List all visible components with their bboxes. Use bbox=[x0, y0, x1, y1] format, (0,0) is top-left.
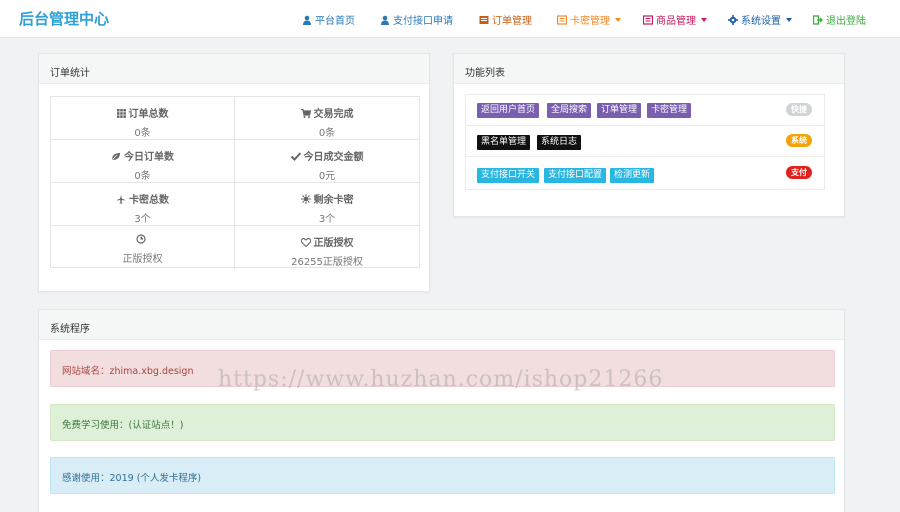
check-icon bbox=[290, 152, 301, 161]
stat-label: 今日订单数 bbox=[124, 152, 174, 163]
nav-payment-apply[interactable]: 支付接口申请 bbox=[380, 12, 453, 27]
stat-label: 交易完成 bbox=[313, 109, 354, 120]
plane-icon bbox=[116, 195, 126, 204]
stat-label: 今日成交金额 bbox=[303, 152, 364, 163]
check-update-button[interactable]: 检测更新 bbox=[610, 168, 655, 183]
list-icon bbox=[557, 14, 567, 25]
alert-thanks: 感谢使用：2019 (个人发卡程序) bbox=[50, 457, 835, 494]
list-icon bbox=[643, 14, 653, 25]
function-list-title: 功能列表 bbox=[454, 54, 844, 84]
user-icon bbox=[303, 15, 311, 25]
stat-completed: 交易完成 0条 bbox=[235, 97, 419, 140]
heart-icon bbox=[300, 238, 311, 247]
stat-label: 正版授权 bbox=[313, 238, 354, 249]
watermark-text: https://www.huzhan.com/ishop21266 bbox=[218, 367, 664, 392]
list-icon bbox=[479, 15, 489, 24]
order-stats-title: 订单统计 bbox=[39, 54, 429, 84]
payment-config-button[interactable]: 支付接口配置 bbox=[544, 168, 607, 183]
function-row-payment: 支付接口开关 支付接口配置 检测更新 支付 bbox=[466, 158, 824, 189]
order-manage-button[interactable]: 订单管理 bbox=[597, 103, 642, 118]
stat-value: 正版授权 bbox=[122, 254, 163, 265]
grid-icon bbox=[116, 109, 126, 118]
sun-icon bbox=[300, 194, 311, 204]
gear-icon bbox=[728, 14, 738, 25]
stat-value: 0条 bbox=[318, 128, 336, 139]
nav-platform-home[interactable]: 平台首页 bbox=[302, 12, 355, 27]
clock-icon bbox=[136, 234, 146, 244]
global-search-button[interactable]: 全局搜索 bbox=[547, 103, 592, 118]
stat-today-orders: 今日订单数 0条 bbox=[51, 140, 235, 183]
chevron-down-icon bbox=[615, 17, 621, 22]
stat-value: 0条 bbox=[134, 171, 151, 182]
function-list-panel: 功能列表 返回用户首页 全局搜索 订单管理 卡密管理 快捷 黑名单管理 系统日志… bbox=[453, 53, 845, 217]
logout-icon bbox=[813, 14, 823, 25]
function-row-quick: 返回用户首页 全局搜索 订单管理 卡密管理 快捷 bbox=[466, 95, 824, 126]
stat-value: 3个 bbox=[318, 214, 336, 225]
stat-value: 26255正版授权 bbox=[291, 257, 363, 268]
stat-license: 正版授权 26255正版授权 bbox=[235, 226, 419, 269]
leaf-icon bbox=[111, 153, 120, 161]
nav-card-manage[interactable]: 卡密管理 bbox=[557, 12, 621, 27]
function-row-system: 黑名单管理 系统日志 系统 bbox=[466, 126, 824, 157]
stat-label: 剩余卡密 bbox=[313, 195, 354, 206]
order-stats-panel: 订单统计 订单总数 0条 交易完成 0条 今日订单数 0条 今日成交金额 0元 … bbox=[38, 53, 430, 292]
return-user-home-button[interactable]: 返回用户首页 bbox=[477, 103, 540, 118]
stat-today-amount: 今日成交金额 0元 bbox=[235, 140, 419, 183]
blacklist-manage-button[interactable]: 黑名单管理 bbox=[477, 135, 531, 150]
order-stats-grid: 订单总数 0条 交易完成 0条 今日订单数 0条 今日成交金额 0元 卡密总数 … bbox=[50, 96, 420, 269]
nav-goods-manage[interactable]: 商品管理 bbox=[643, 12, 707, 27]
chevron-down-icon bbox=[701, 17, 707, 22]
brand-title[interactable]: 后台管理中心 bbox=[19, 8, 109, 29]
system-badge: 系统 bbox=[786, 134, 812, 147]
card-manage-button[interactable]: 卡密管理 bbox=[647, 103, 692, 118]
stat-label: 订单总数 bbox=[128, 109, 169, 120]
nav-system-settings[interactable]: 系统设置 bbox=[728, 12, 792, 27]
system-log-button[interactable]: 系统日志 bbox=[537, 135, 582, 150]
nav-logout[interactable]: 退出登陆 bbox=[813, 12, 866, 27]
user-icon bbox=[381, 15, 389, 25]
quick-badge: 快捷 bbox=[786, 103, 812, 116]
stat-label: 卡密总数 bbox=[129, 195, 169, 206]
stat-total-cards: 卡密总数 3个 bbox=[51, 183, 235, 226]
stat-license-status: 正版授权 bbox=[51, 226, 235, 269]
stat-value: 0元 bbox=[318, 171, 336, 182]
stat-remaining-cards: 剩余卡密 3个 bbox=[235, 183, 419, 226]
payment-badge: 支付 bbox=[786, 166, 812, 179]
alert-free-use: 免费学习使用：(认证站点！) bbox=[50, 404, 835, 441]
chevron-down-icon bbox=[786, 17, 792, 22]
stat-total-orders: 订单总数 0条 bbox=[51, 97, 235, 140]
payment-switch-button[interactable]: 支付接口开关 bbox=[477, 168, 540, 183]
function-list-box: 返回用户首页 全局搜索 订单管理 卡密管理 快捷 黑名单管理 系统日志 系统 支… bbox=[465, 94, 825, 190]
stat-value: 0条 bbox=[134, 128, 151, 139]
nav-order-manage[interactable]: 订单管理 bbox=[479, 12, 532, 27]
system-program-panel: 系统程序 网站域名：zhima.xbg.design 免费学习使用：(认证站点！… bbox=[38, 309, 845, 512]
stat-value: 3个 bbox=[134, 214, 151, 225]
cart-icon bbox=[300, 109, 311, 118]
top-navbar: 后台管理中心 平台首页 支付接口申请 订单管理 卡密管理 商品管理 系统设置 退… bbox=[0, 0, 900, 38]
system-program-title: 系统程序 bbox=[39, 310, 844, 340]
